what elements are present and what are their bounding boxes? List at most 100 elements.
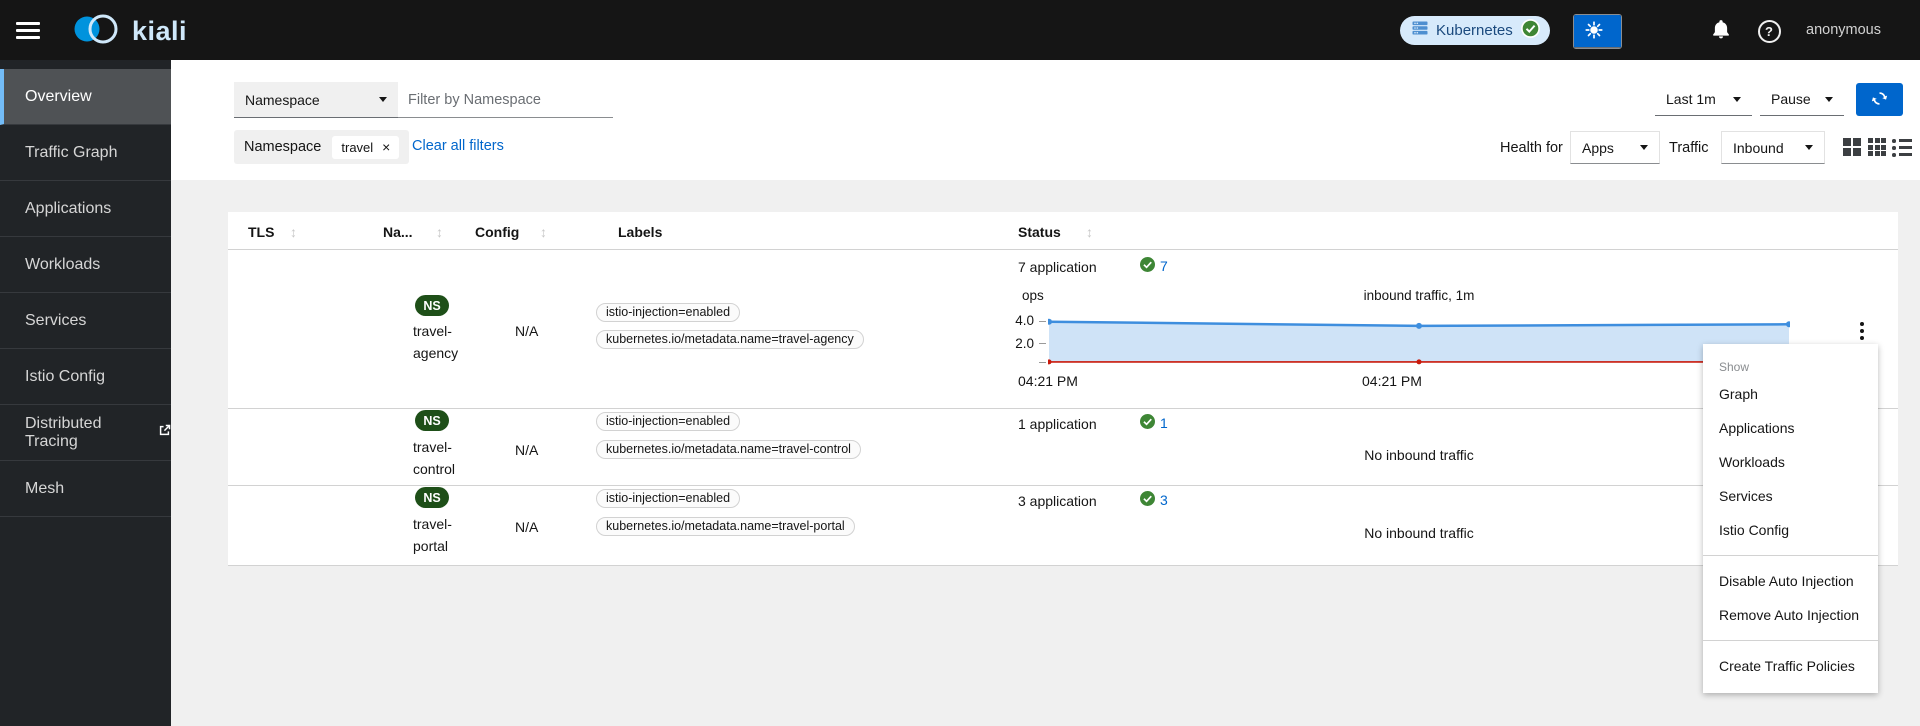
nav-label: Services xyxy=(25,311,87,329)
sort-icon[interactable]: ↕ xyxy=(1086,224,1093,240)
column-header-status[interactable]: Status xyxy=(1018,224,1061,240)
menu-item-istio-config[interactable]: Istio Config xyxy=(1703,513,1878,547)
column-header-tls[interactable]: TLS xyxy=(248,224,274,240)
menu-item-services[interactable]: Services xyxy=(1703,479,1878,513)
cluster-name: Kubernetes xyxy=(1436,22,1513,39)
hamburger-icon[interactable] xyxy=(16,15,46,45)
light-theme-button[interactable] xyxy=(1574,15,1621,48)
sidebar-item-mesh[interactable]: Mesh xyxy=(0,461,171,517)
namespace-badge: NS xyxy=(415,410,449,431)
y-tick-mark xyxy=(1039,362,1046,363)
health-for-select[interactable]: Apps xyxy=(1570,131,1660,164)
list-view-icon[interactable] xyxy=(1892,139,1912,157)
chevron-down-icon xyxy=(379,97,387,102)
menu-item-disable-auto-injection[interactable]: Disable Auto Injection xyxy=(1703,564,1878,598)
chevron-down-icon xyxy=(1640,145,1648,150)
refresh-interval-select[interactable]: Pause xyxy=(1760,83,1844,116)
row-actions-kebab-icon[interactable] xyxy=(1856,318,1868,344)
column-header-name[interactable]: Na... xyxy=(383,224,413,240)
status-text: 3 application xyxy=(1018,493,1097,509)
chevron-down-icon xyxy=(1805,145,1813,150)
sun-icon xyxy=(1585,20,1603,42)
y-tick-mark xyxy=(1039,321,1046,322)
menu-item-create-traffic-policies[interactable]: Create Traffic Policies xyxy=(1703,649,1878,683)
bell-icon xyxy=(1712,19,1730,44)
namespace-name: travel-control xyxy=(413,439,456,477)
help-button[interactable]: ? xyxy=(1754,17,1784,45)
menu-item-applications[interactable]: Applications xyxy=(1703,411,1878,445)
sidebar-nav: Overview Traffic Graph Applications Work… xyxy=(0,60,171,726)
sidebar-item-traffic-graph[interactable]: Traffic Graph xyxy=(0,125,171,181)
label-chip: istio-injection=enabled xyxy=(596,412,741,431)
namespace-filter-input[interactable] xyxy=(398,82,613,118)
label-chip: istio-injection=enabled xyxy=(596,489,741,508)
sort-icon[interactable]: ↕ xyxy=(540,224,547,240)
health-status[interactable]: 3 xyxy=(1140,491,1168,509)
masthead: kiali Kubernetes ? anonymous xyxy=(0,0,1920,60)
menu-divider xyxy=(1703,555,1878,556)
health-status[interactable]: 1 xyxy=(1140,414,1168,432)
question-circle-icon: ? xyxy=(1757,19,1781,43)
namespace-badge: NS xyxy=(415,487,449,508)
row-divider xyxy=(228,408,1898,409)
filter-type-select[interactable]: Namespace xyxy=(234,82,398,118)
sidebar-item-overview[interactable]: Overview xyxy=(0,69,171,125)
health-for-value: Apps xyxy=(1582,139,1614,156)
x-tick-label: 04:21 PM xyxy=(1018,373,1078,389)
status-text: 1 application xyxy=(1018,416,1097,432)
sidebar-item-istio-config[interactable]: Istio Config xyxy=(0,349,171,405)
kiali-overview-page: kiali Kubernetes ? anonymous Overview Tr… xyxy=(0,0,1920,726)
duration-select[interactable]: Last 1m xyxy=(1655,83,1752,116)
brand-name: kiali xyxy=(132,16,188,46)
filter-type-value: Namespace xyxy=(245,91,320,108)
namespace-badge: NS xyxy=(415,295,449,316)
label-chip: kubernetes.io/metadata.name=travel-contr… xyxy=(596,440,861,459)
check-circle-icon xyxy=(1140,491,1155,509)
server-icon xyxy=(1412,20,1428,41)
menu-item-workloads[interactable]: Workloads xyxy=(1703,445,1878,479)
notifications-button[interactable] xyxy=(1706,17,1736,45)
chart-title: inbound traffic, 1m xyxy=(1363,288,1475,303)
column-header-config[interactable]: Config xyxy=(475,224,519,240)
sync-icon xyxy=(1871,90,1888,110)
health-count: 3 xyxy=(1160,492,1168,508)
check-circle-icon xyxy=(1140,414,1155,432)
nav-label: Distributed Tracing xyxy=(25,414,102,450)
nav-label: Traffic Graph xyxy=(25,143,118,161)
config-value: N/A xyxy=(515,442,539,458)
menu-divider xyxy=(1703,640,1878,641)
remove-filter-icon[interactable]: × xyxy=(382,140,390,154)
sidebar-item-services[interactable]: Services xyxy=(0,293,171,349)
menu-item-remove-auto-injection[interactable]: Remove Auto Injection xyxy=(1703,598,1878,632)
refresh-button[interactable] xyxy=(1856,83,1903,116)
clear-all-filters-link[interactable]: Clear all filters xyxy=(412,138,504,154)
refresh-interval-value: Pause xyxy=(1771,91,1811,107)
check-circle-icon xyxy=(1140,257,1155,275)
cluster-badge: Kubernetes xyxy=(1400,16,1550,45)
sort-icon[interactable]: ↕ xyxy=(436,224,443,240)
column-header-labels: Labels xyxy=(618,224,663,240)
filter-chip: travel × xyxy=(332,135,400,159)
y-tick-mark xyxy=(1039,343,1046,344)
expand-view-icon[interactable] xyxy=(1868,138,1886,156)
row-divider xyxy=(228,485,1898,486)
cluster-check-circle-icon xyxy=(1520,18,1540,43)
active-filter-chip-group: Namespace travel × xyxy=(234,130,410,164)
health-status[interactable]: 7 xyxy=(1140,257,1168,275)
user-menu[interactable]: anonymous xyxy=(1806,22,1881,38)
menu-item-graph[interactable]: Graph xyxy=(1703,377,1878,411)
namespace-actions-menu: Show Graph Applications Workloads Servic… xyxy=(1703,344,1878,693)
sidebar-item-distributed-tracing[interactable]: Distributed Tracing xyxy=(0,405,171,461)
chevron-down-icon xyxy=(1733,96,1741,102)
nav-label: Workloads xyxy=(25,255,101,273)
sort-icon[interactable]: ↕ xyxy=(290,224,297,240)
traffic-select[interactable]: Inbound xyxy=(1721,131,1825,164)
sidebar-item-workloads[interactable]: Workloads xyxy=(0,237,171,293)
nav-label: Applications xyxy=(25,199,112,217)
health-count: 7 xyxy=(1160,258,1168,274)
duration-value: Last 1m xyxy=(1666,91,1716,107)
sidebar-item-applications[interactable]: Applications xyxy=(0,181,171,237)
compact-view-icon[interactable] xyxy=(1843,138,1861,156)
kiali-logo[interactable]: kiali xyxy=(72,11,187,52)
label-chip: kubernetes.io/metadata.name=travel-porta… xyxy=(596,517,855,536)
